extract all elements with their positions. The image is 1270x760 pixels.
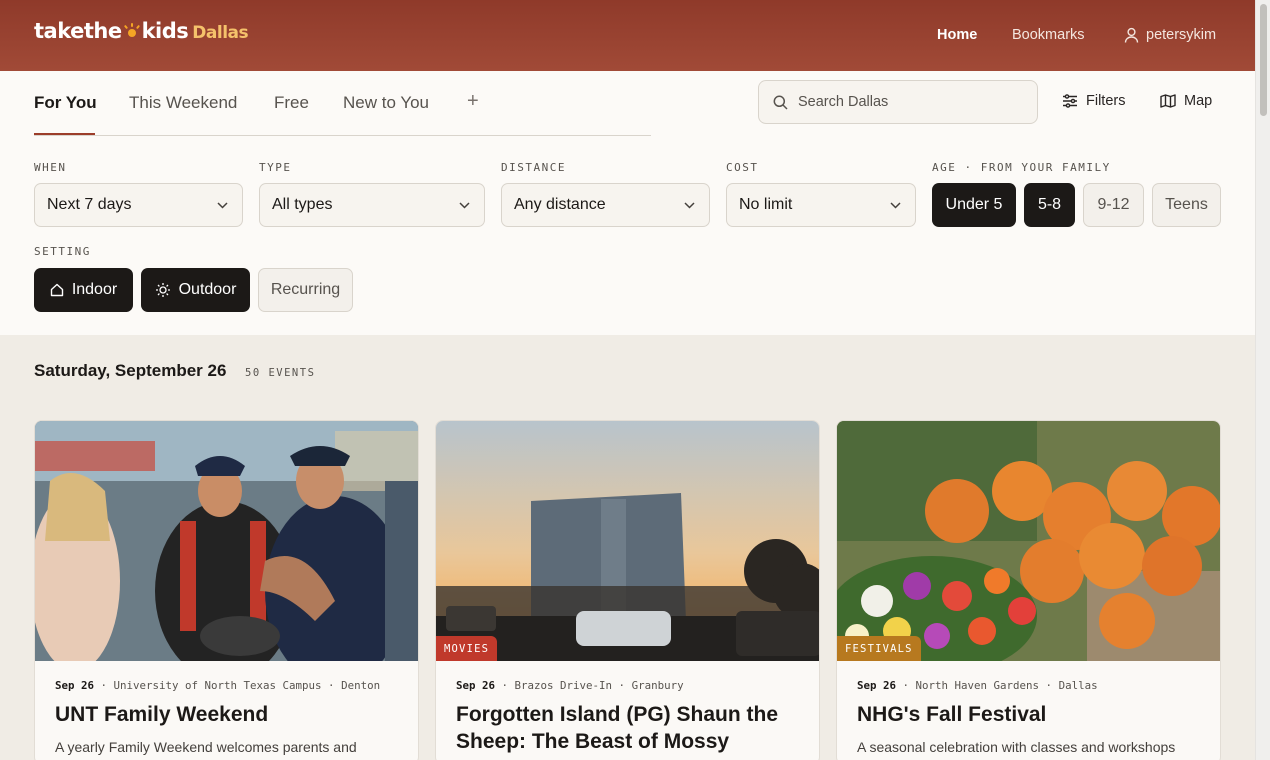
home-icon [50,283,64,297]
event-city: Dallas [1058,679,1098,692]
setting-outdoor-pill[interactable]: Outdoor [141,268,250,312]
when-select[interactable]: Next 7 days [34,183,243,227]
map-button[interactable]: Map [1160,93,1212,109]
event-description: A yearly Family Weekend welcomes parents… [55,739,357,755]
search-input[interactable] [798,94,1018,110]
setting-outdoor-label: Outdoor [178,281,237,298]
feed-tabs: For You This Weekend Free New to You + [34,72,651,136]
event-meta: Sep 26 · Brazos Drive-In · Granbury [456,679,684,692]
chevron-down-icon [684,201,695,209]
distance-filter-label: DISTANCE [501,161,566,174]
filters-button[interactable]: Filters [1062,93,1125,109]
results-date: Saturday, September 26 [34,361,227,380]
logo-text-takethe: takethe [34,19,122,43]
filters-label: Filters [1086,93,1126,109]
sun-icon [123,23,141,38]
event-venue: North Haven Gardens [915,679,1040,692]
event-title[interactable]: Forgotten Island (PG) Shaun the Sheep: T… [456,701,801,760]
when-filter-label: WHEN [34,161,67,174]
event-image [436,421,819,661]
setting-recurring-pill[interactable]: Recurring [258,268,353,312]
chevron-down-icon [217,201,228,209]
event-description: A seasonal celebration with classes and … [857,739,1176,755]
event-city: Granbury [631,679,684,692]
map-icon [1160,94,1176,108]
category-badge: MOVIES [436,636,498,661]
search-box[interactable] [758,80,1038,124]
site-header: takethe kids Dallas Home Bookmarks peter… [0,0,1255,71]
username: petersykim [1146,27,1217,43]
tab-this-weekend[interactable]: This Weekend [129,93,237,113]
sun-icon [155,283,170,297]
age-under-5-pill[interactable]: Under 5 [932,183,1016,227]
category-badge: FESTIVALS [837,636,921,661]
chevron-down-icon [890,201,901,209]
age-5-8-pill[interactable]: 5-8 [1024,183,1075,227]
age-filter-label: AGE · FROM YOUR FAMILY [932,161,1111,174]
search-icon [773,95,788,110]
event-card[interactable]: Sep 26 · University of North Texas Campu… [34,420,419,760]
event-date: Sep 26 [857,679,897,692]
logo-city: Dallas [192,23,249,43]
distance-select[interactable]: Any distance [501,183,710,227]
site-logo[interactable]: takethe kids Dallas [34,19,249,43]
when-value: Next 7 days [47,196,132,213]
active-tab-indicator [34,133,95,135]
event-image [837,421,1220,661]
events-count: 50 EVENTS [245,367,316,379]
event-meta: Sep 26 · University of North Texas Campu… [55,679,381,692]
sliders-icon [1063,94,1077,108]
type-select[interactable]: All types [259,183,485,227]
event-card[interactable]: MOVIES Sep 26 · Brazos Drive-In · Granbu… [435,420,820,760]
nav-bookmarks-link[interactable]: Bookmarks [1012,27,1085,43]
tab-for-you[interactable]: For You [34,93,97,113]
map-label: Map [1184,93,1213,109]
event-venue: University of North Texas Campus [113,679,322,692]
tab-new-to-you[interactable]: New to You [343,93,429,113]
cost-value: No limit [739,196,793,213]
event-image [35,421,418,661]
setting-indoor-label: Indoor [71,281,118,298]
logo-text-kids: kids [141,19,189,43]
scrollbar-thumb[interactable] [1260,4,1267,116]
event-date: Sep 26 [456,679,496,692]
cost-filter-label: COST [726,161,759,174]
setting-indoor-pill[interactable]: Indoor [34,268,133,312]
page-scrollbar[interactable] [1255,0,1270,760]
age-9-12-pill[interactable]: 9-12 [1083,183,1144,227]
event-title[interactable]: NHG's Fall Festival [857,701,1202,728]
event-date: Sep 26 [55,679,95,692]
age-teens-pill[interactable]: Teens [1152,183,1221,227]
nav-home-link[interactable]: Home [937,27,977,43]
type-value: All types [272,196,333,213]
user-icon [1124,27,1139,43]
nav-user-menu[interactable]: petersykim [1124,27,1216,43]
event-meta: Sep 26 · North Haven Gardens · Dallas [857,679,1098,692]
event-venue: Brazos Drive-In [514,679,613,692]
distance-value: Any distance [514,196,606,213]
cost-select[interactable]: No limit [726,183,916,227]
type-filter-label: TYPE [259,161,292,174]
setting-filter-label: SETTING [34,245,91,258]
event-card[interactable]: FESTIVALS Sep 26 · North Haven Gardens ·… [836,420,1221,760]
event-city: Denton [341,679,381,692]
tab-free[interactable]: Free [274,93,309,113]
add-tab-button[interactable]: + [467,90,479,113]
chevron-down-icon [459,201,470,209]
event-title[interactable]: UNT Family Weekend [55,701,400,728]
